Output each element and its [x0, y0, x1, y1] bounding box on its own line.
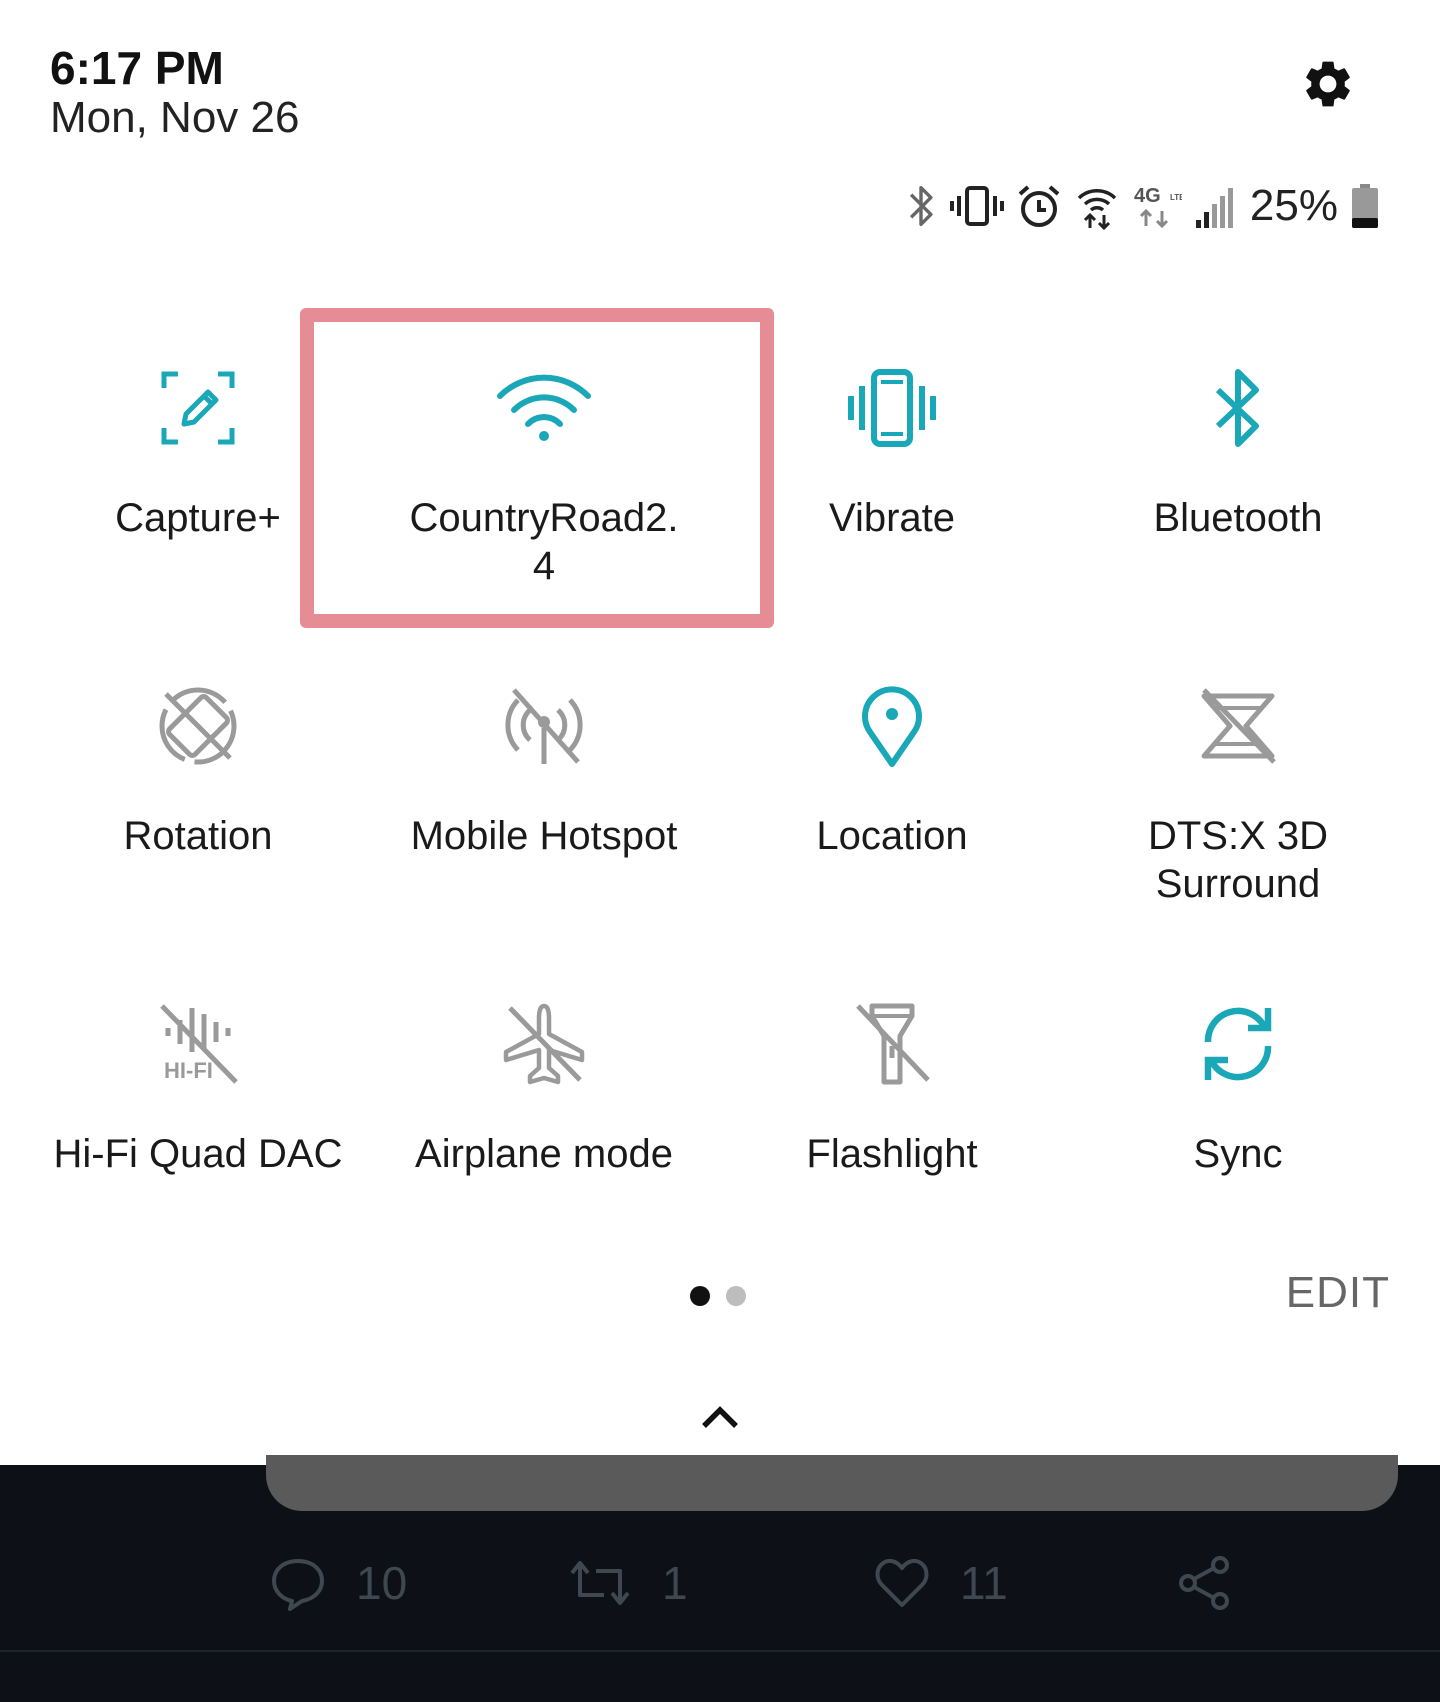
alarm-icon	[1016, 182, 1062, 230]
tile-label: Location	[816, 814, 968, 858]
tile-label: Flashlight	[806, 1132, 978, 1176]
reply-count: 10	[356, 1557, 408, 1609]
edit-button[interactable]: EDIT	[1286, 1268, 1390, 1318]
reply-action[interactable]: 10	[270, 1555, 407, 1611]
status-bar: 4G LTE 25%	[892, 178, 1380, 234]
gear-icon	[1306, 61, 1350, 107]
collapse-button[interactable]	[696, 1396, 744, 1436]
clock-time: 6:17 PM	[50, 42, 224, 94]
comment-icon	[272, 1559, 324, 1611]
tile-airplane-mode[interactable]: Airplane mode	[370, 966, 718, 1266]
chevron-up-icon	[702, 1406, 738, 1428]
tile-location[interactable]: Location	[718, 648, 1066, 948]
4g-lte-icon: 4G LTE	[1132, 182, 1182, 230]
retweet-icon	[570, 1561, 630, 1605]
dtsx-off-icon	[1190, 678, 1286, 774]
tile-flashlight[interactable]: Flashlight	[718, 966, 1066, 1266]
vibrate-icon	[949, 182, 1004, 230]
bluetooth-icon	[904, 182, 938, 230]
retweet-action[interactable]: 1	[568, 1555, 688, 1611]
like-action[interactable]: 11	[874, 1555, 1008, 1611]
tile-mobile-hotspot[interactable]: Mobile Hotspot	[370, 648, 718, 948]
page-dot-inactive	[726, 1286, 746, 1306]
tile-label: Hi-Fi Quad DAC	[53, 1132, 343, 1176]
capture-plus-icon	[150, 360, 246, 456]
heart-icon	[875, 1558, 929, 1607]
location-icon	[844, 678, 940, 774]
tile-dtsx[interactable]: DTS:X 3D Surround	[1064, 648, 1412, 948]
highlight-box	[300, 308, 774, 628]
flashlight-off-icon	[844, 996, 940, 1092]
signal-icon	[1194, 182, 1238, 230]
sync-icon	[1190, 996, 1286, 1092]
background-app-feed: 10 1 11	[0, 1455, 1440, 1702]
tile-rotation[interactable]: Rotation	[24, 648, 372, 948]
hotspot-off-icon	[496, 678, 592, 774]
tile-label: DTS:X 3D Surround	[1147, 814, 1329, 906]
page-dot-active	[690, 1286, 710, 1306]
clock-date: Mon, Nov 26	[50, 93, 300, 142]
airplane-off-icon	[496, 996, 592, 1092]
tile-label: Sync	[1193, 1132, 1283, 1176]
battery-icon	[1350, 182, 1380, 230]
feed-divider	[0, 1650, 1440, 1652]
background-card	[266, 1455, 1398, 1511]
tile-label: Bluetooth	[1153, 496, 1323, 540]
svg-text:4G: 4G	[1134, 185, 1161, 207]
tile-hifi-quad-dac[interactable]: HI-FI Hi-Fi Quad DAC	[24, 966, 372, 1266]
bluetooth-icon	[1190, 360, 1286, 456]
vibrate-icon	[844, 360, 940, 456]
settings-button[interactable]	[1296, 52, 1360, 116]
tile-label: Airplane mode	[415, 1132, 673, 1176]
share-icon	[1179, 1556, 1229, 1610]
tile-label: Vibrate	[828, 496, 955, 540]
tile-bluetooth[interactable]: Bluetooth	[1064, 330, 1412, 630]
like-count: 11	[960, 1557, 1008, 1609]
svg-text:HI-FI: HI-FI	[164, 1058, 213, 1083]
rotation-off-icon	[150, 678, 246, 774]
quick-settings-panel: 6:17 PM Mon, Nov 26 4G LTE 25% Capture+ …	[0, 0, 1440, 1465]
share-action[interactable]	[1176, 1555, 1232, 1611]
tile-label: Rotation	[123, 814, 273, 858]
tile-label: Mobile Hotspot	[410, 814, 678, 858]
hifi-off-icon: HI-FI	[150, 996, 246, 1092]
retweet-count: 1	[662, 1557, 688, 1609]
svg-text:LTE: LTE	[1170, 193, 1182, 202]
page-indicator	[690, 1286, 762, 1306]
wifi-data-icon	[1074, 182, 1120, 230]
battery-percent: 25%	[1249, 181, 1338, 230]
tile-sync[interactable]: Sync	[1064, 966, 1412, 1266]
